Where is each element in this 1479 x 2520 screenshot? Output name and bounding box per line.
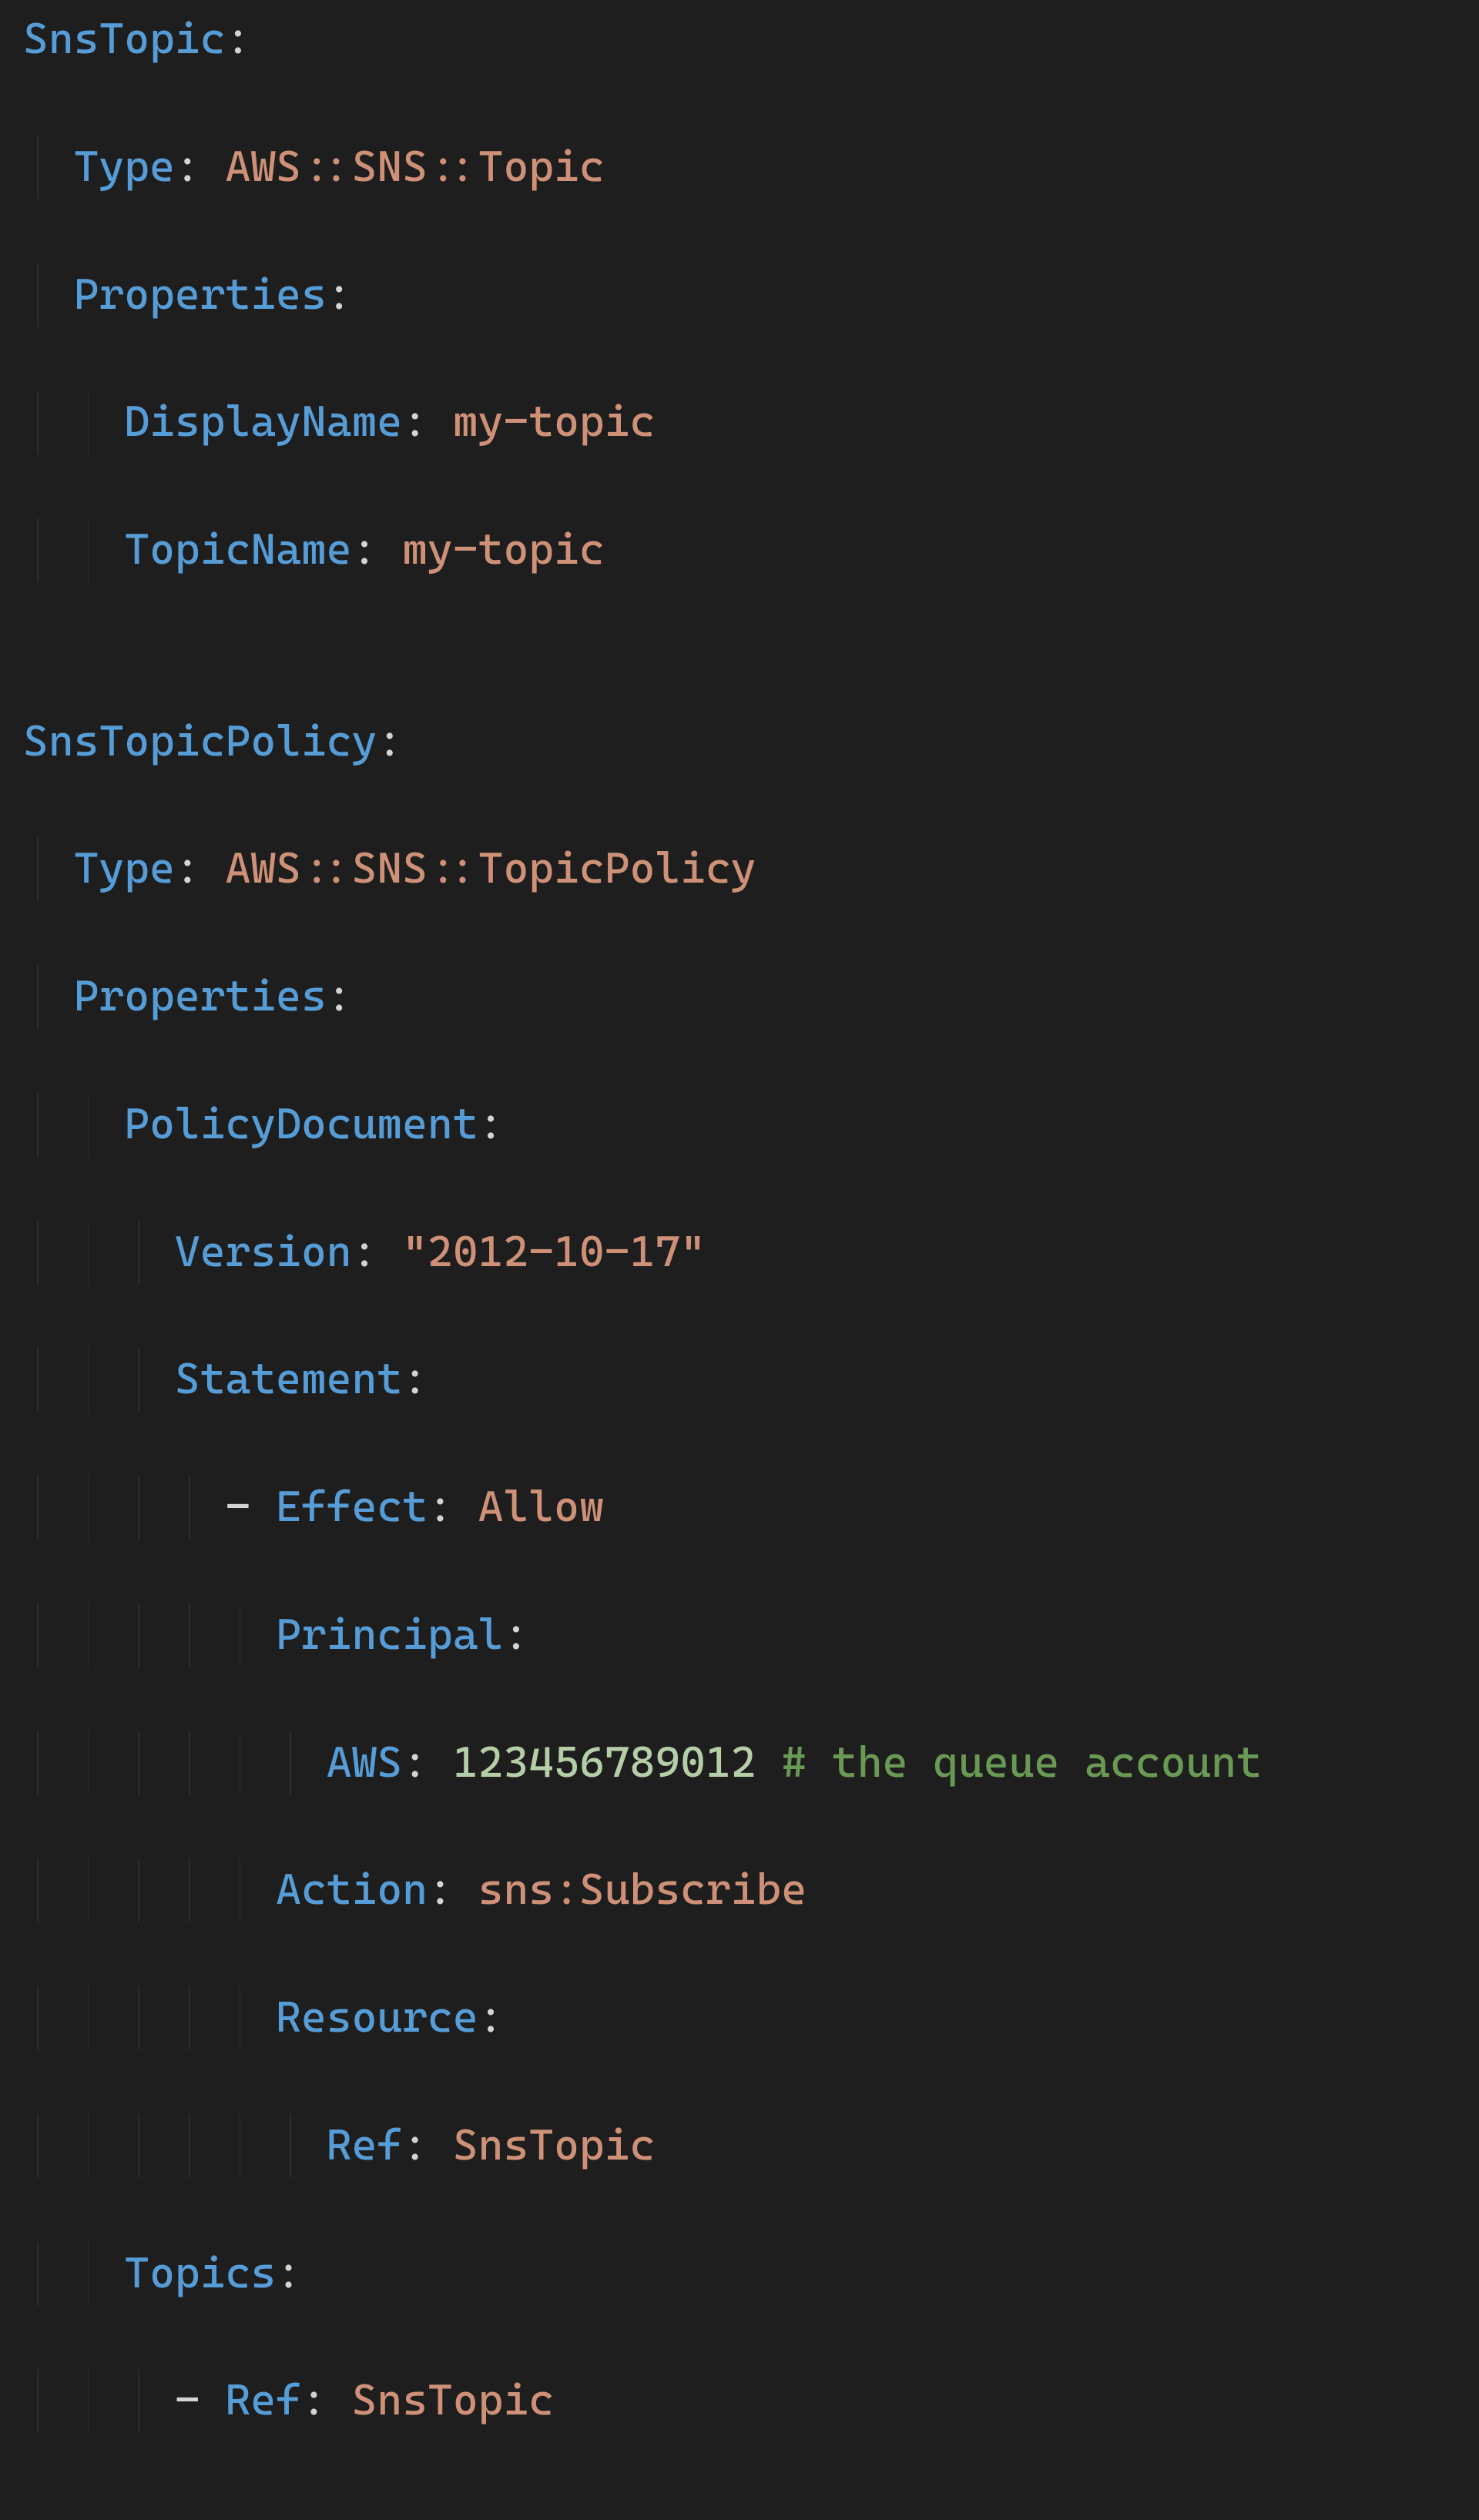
code-line: Properties: [23, 965, 1456, 1029]
code-line: Ref: SnsTopic [23, 2114, 1456, 2178]
yaml-key: Type [74, 843, 175, 893]
code-line: DisplayName: my-topic [23, 390, 1456, 454]
yaml-value: sns:Subscribe [478, 1865, 807, 1915]
yaml-value: 123456789012 [453, 1738, 756, 1788]
yaml-key: AWS [327, 1738, 402, 1788]
code-line: SnsTopicPolicy: [23, 710, 1456, 774]
yaml-key: Action [276, 1865, 428, 1915]
code-line: Resource: [23, 1986, 1456, 2050]
code-line: Type: AWS::SNS::Topic [23, 136, 1456, 199]
colon: : [276, 2248, 301, 2298]
yaml-value: SnsTopic [453, 2120, 656, 2170]
code-line: Type: AWS::SNS::TopicPolicy [23, 837, 1456, 901]
colon: : [352, 524, 403, 575]
yaml-key: Principal [276, 1610, 503, 1660]
colon: : [402, 2120, 453, 2170]
code-line: SnsTopic: [23, 8, 1456, 72]
yaml-value: my-topic [453, 397, 656, 447]
yaml-value: AWS::SNS::TopicPolicy [226, 843, 756, 893]
code-line: Topics: [23, 2242, 1456, 2306]
yaml-code-block: SnsTopic: Type: AWS::SNS::Topic Properti… [0, 0, 1479, 2520]
colon: : [428, 1865, 478, 1915]
code-line: PolicyDocument: [23, 1093, 1456, 1157]
yaml-key: Properties [74, 971, 327, 1021]
colon: : [402, 1738, 453, 1788]
yaml-key: Statement [175, 1354, 402, 1404]
yaml-key: TopicName [124, 524, 351, 575]
code-line: Principal: [23, 1603, 1456, 1667]
colon: : [226, 14, 251, 64]
yaml-key: Version [175, 1227, 352, 1277]
yaml-key: PolicyDocument [124, 1099, 478, 1149]
colon: : [301, 2375, 352, 2425]
yaml-key: Effect [276, 1482, 428, 1532]
yaml-key: Ref [226, 2375, 301, 2425]
yaml-key: Topics [124, 2248, 276, 2298]
colon: : [352, 1227, 403, 1277]
code-line: Action: sns:Subscribe [23, 1858, 1456, 1922]
colon: : [428, 1482, 478, 1532]
yaml-value: Allow [478, 1482, 605, 1532]
colon: : [402, 1354, 428, 1404]
yaml-key: DisplayName [124, 397, 402, 447]
yaml-key: SnsTopicPolicy [23, 716, 377, 766]
colon: : [402, 397, 453, 447]
yaml-comment: # the queue account [756, 1738, 1262, 1788]
code-line: - Ref: SnsTopic [23, 2369, 1456, 2433]
code-line: TopicName: my-topic [23, 518, 1456, 582]
yaml-key: Ref [327, 2120, 402, 2170]
code-line: - Effect: Allow [23, 1476, 1456, 1540]
colon: : [175, 142, 226, 192]
code-line: Statement: [23, 1348, 1456, 1412]
yaml-value: SnsTopic [352, 2375, 555, 2425]
yaml-value: "2012-10-17" [402, 1227, 706, 1277]
colon: : [175, 843, 226, 893]
yaml-value: my-topic [402, 524, 605, 575]
colon: : [327, 270, 352, 320]
yaml-key: Resource [276, 1992, 478, 2042]
code-line: Version: "2012-10-17" [23, 1221, 1456, 1285]
yaml-value: AWS::SNS::Topic [226, 142, 605, 192]
yaml-list-dash: - [226, 1482, 277, 1532]
yaml-key: SnsTopic [23, 14, 226, 64]
code-line: AWS: 123456789012 # the queue account [23, 1731, 1456, 1795]
yaml-list-dash: - [175, 2375, 226, 2425]
colon: : [327, 971, 352, 1021]
code-line: Properties: [23, 263, 1456, 327]
colon: : [377, 716, 402, 766]
colon: : [503, 1610, 528, 1660]
colon: : [478, 1099, 504, 1149]
colon: : [478, 1992, 504, 2042]
yaml-key: Type [74, 142, 175, 192]
yaml-key: Properties [74, 270, 327, 320]
